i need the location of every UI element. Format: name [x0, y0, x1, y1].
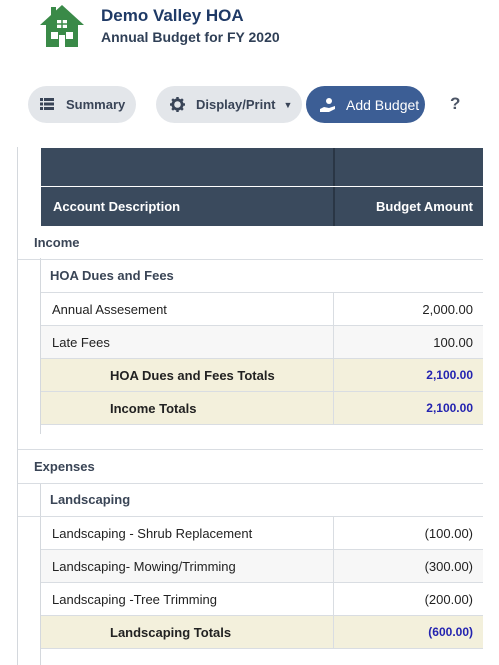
page-subtitle: Annual Budget for FY 2020 — [101, 29, 280, 45]
total-amount: (600.00) — [428, 625, 473, 639]
row-amount: 2,000.00 — [422, 302, 473, 317]
house-icon — [38, 3, 86, 49]
org-name: Demo Valley HOA — [101, 6, 244, 25]
summary-button[interactable]: Summary — [28, 86, 136, 123]
row-description: Landscaping -Tree Trimming — [52, 592, 217, 607]
group-label: HOA Dues and Fees — [50, 268, 174, 283]
total-amount: 2,100.00 — [426, 368, 473, 382]
table-row[interactable]: Landscaping- Mowing/Trimming (300.00) — [41, 550, 483, 583]
chevron-down-icon: ▼ — [283, 99, 293, 110]
row-amount: (200.00) — [424, 592, 473, 607]
column-header-amount[interactable]: Budget Amount — [376, 199, 473, 214]
add-budget-label: Add Budget — [346, 96, 420, 113]
group-label: Landscaping — [50, 492, 131, 507]
total-amount: 2,100.00 — [426, 401, 473, 415]
summary-label: Summary — [66, 97, 126, 112]
hand-coin-icon — [320, 97, 336, 113]
column-header-description[interactable]: Account Description — [53, 199, 180, 214]
table-row[interactable]: Annual Assesement 2,000.00 — [41, 293, 483, 326]
help-icon[interactable]: ? — [450, 94, 460, 114]
section-label: Expenses — [34, 459, 95, 474]
table-row[interactable]: Landscaping -Tree Trimming (200.00) — [41, 583, 483, 616]
row-description: Landscaping - Shrub Replacement — [52, 526, 253, 541]
section-total-row: Income Totals 2,100.00 — [41, 392, 483, 425]
total-label: HOA Dues and Fees Totals — [110, 368, 275, 383]
total-label: Landscaping Totals — [110, 625, 232, 640]
table-header-spacer — [41, 148, 483, 186]
row-description: Late Fees — [52, 335, 110, 350]
list-icon — [40, 97, 56, 113]
row-amount: 100.00 — [433, 335, 473, 350]
display-print-button[interactable]: Display/Print ▼ — [156, 86, 302, 123]
section-income: Income — [18, 226, 483, 260]
add-budget-button[interactable]: Add Budget — [306, 86, 425, 123]
row-amount: (300.00) — [424, 559, 473, 574]
total-label: Income Totals — [110, 401, 197, 416]
gear-icon — [170, 96, 186, 113]
row-description: Landscaping- Mowing/Trimming — [52, 559, 236, 574]
group-total-row: HOA Dues and Fees Totals 2,100.00 — [41, 359, 483, 392]
table-row[interactable]: Late Fees 100.00 — [41, 326, 483, 359]
group-total-row: Landscaping Totals (600.00) — [41, 616, 483, 649]
group-hoa-dues: HOA Dues and Fees — [41, 259, 483, 293]
group-landscaping: Landscaping — [18, 483, 483, 517]
table-header: Account Description Budget Amount — [41, 187, 483, 226]
row-description: Annual Assesement — [52, 302, 167, 317]
section-expenses: Expenses — [18, 449, 483, 484]
section-label: Income — [34, 235, 80, 250]
table-row[interactable]: Landscaping - Shrub Replacement (100.00) — [41, 517, 483, 550]
row-amount: (100.00) — [424, 526, 473, 541]
display-print-label: Display/Print — [196, 97, 276, 112]
